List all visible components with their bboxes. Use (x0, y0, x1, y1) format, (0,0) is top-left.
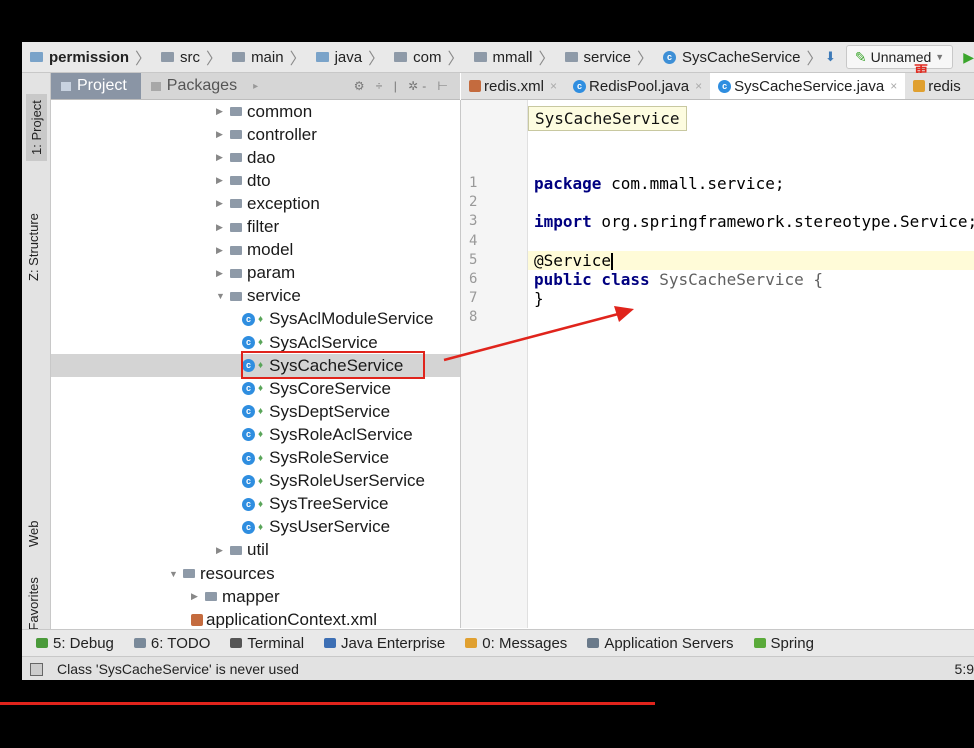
annotation-arrow (443, 306, 634, 362)
video-progress-bar (0, 702, 655, 705)
annotation-arrow-line (443, 311, 623, 362)
annotation-arrow-head (614, 306, 634, 322)
